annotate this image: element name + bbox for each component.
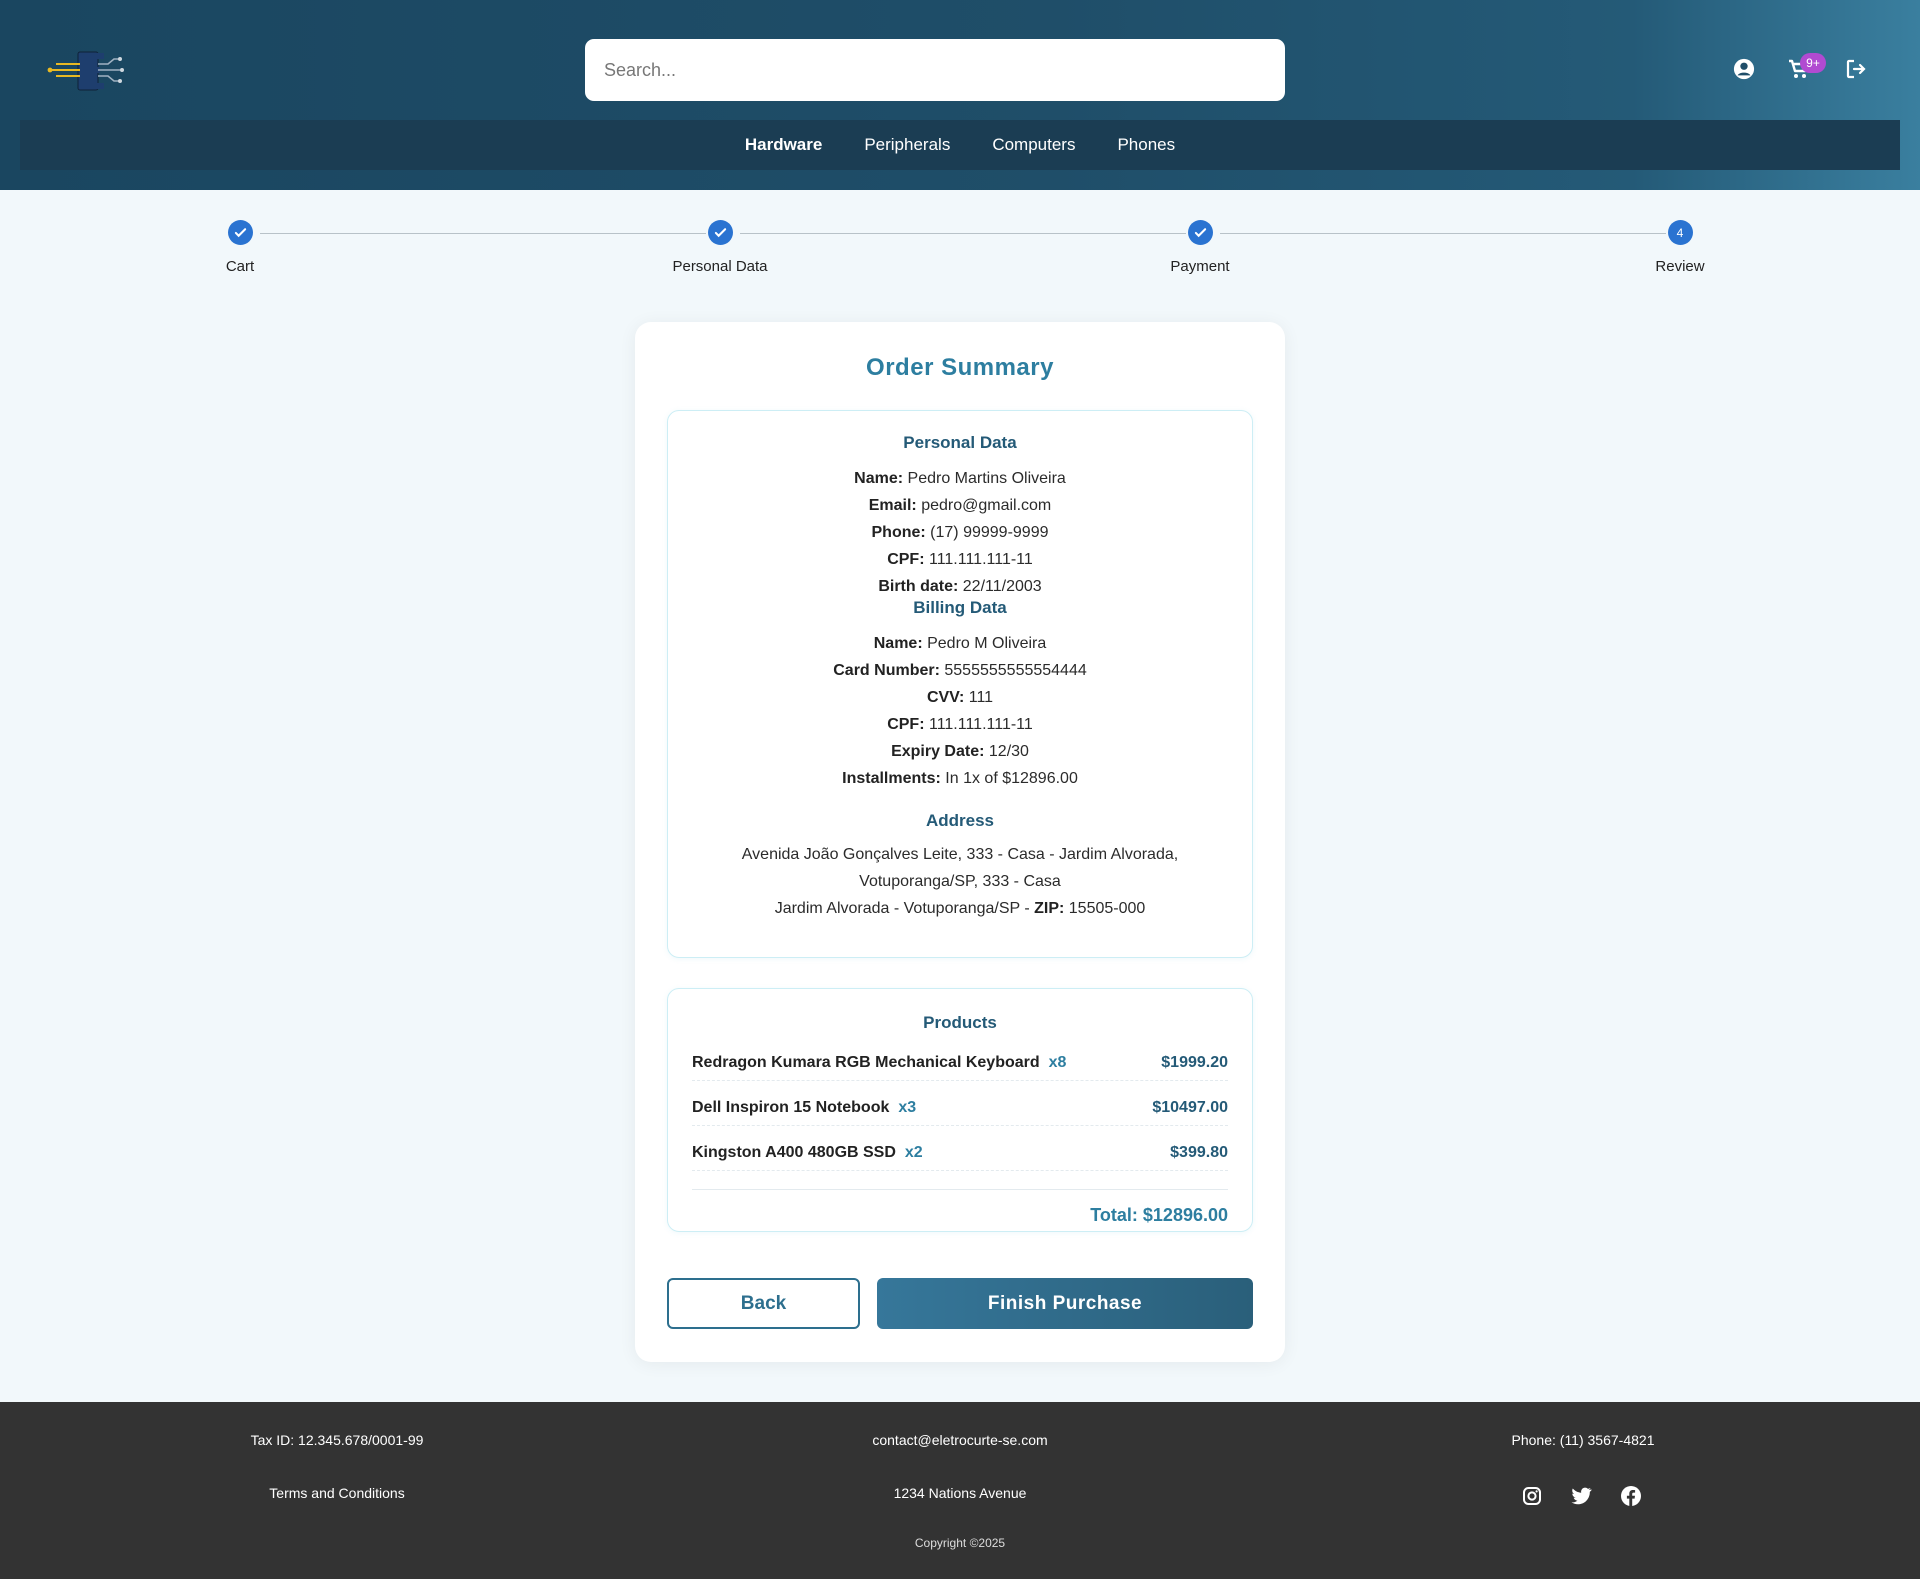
billing-cpf: CPF: 111.111.111-11 [887,716,1033,733]
personal-phone: Phone: (17) 99999-9999 [871,524,1049,541]
check-icon [227,220,253,245]
footer-address: 1234 Nations Avenue [893,1485,1027,1501]
site-footer: Tax ID: 12.345.678/0001-99 contact@eletr… [0,1402,1920,1579]
billing-card-number: Card Number: 5555555555554444 [833,662,1087,679]
order-total: Total: $12896.00 [1090,1205,1228,1225]
address-line-1: Avenida João Gonçalves Leite, 333 - Casa… [741,846,1179,863]
twitter-icon[interactable] [1569,1484,1593,1508]
page-title: Order Summary [866,354,1054,381]
step-review[interactable]: 4 Review [1600,220,1760,275]
check-icon [707,220,733,245]
back-button[interactable]: Back [667,1278,860,1329]
step-label: Review [1655,258,1705,275]
logout-icon[interactable] [1841,54,1871,84]
nav-item-phones[interactable]: Phones [1117,135,1175,155]
personal-name: Name: Pedro Martins Oliveira [854,470,1066,487]
step-payment[interactable]: Payment [1120,220,1280,275]
product-row: Kingston A400 480GB SSD x2 $399.80 [692,1135,1228,1171]
checkout-stepper: Cart Personal Data Payment 4 Review [0,220,1920,290]
category-nav: Hardware Peripherals Computers Phones [20,120,1900,170]
nav-item-computers[interactable]: Computers [992,135,1075,155]
step-cart[interactable]: Cart [160,220,320,275]
personal-email: Email: pedro@gmail.com [868,497,1052,514]
cart-count-badge: 9+ [1800,53,1826,73]
step-label: Cart [225,258,255,275]
product-price: $399.80 [1170,1143,1228,1161]
nav-item-hardware[interactable]: Hardware [745,135,822,155]
account-icon[interactable] [1729,54,1759,84]
personal-data-heading: Personal Data [903,433,1017,452]
address-heading: Address [925,811,995,830]
step-label: Personal Data [672,258,768,275]
billing-expiry-date: Expiry Date: 12/30 [891,743,1029,760]
copyright-text: Copyright ©2025 [914,1536,1006,1550]
store-logo[interactable] [46,48,128,94]
logo-graphic [47,51,124,91]
product-quantity: x8 [1048,1053,1067,1071]
products-heading: Products [923,1013,997,1032]
personal-cpf: CPF: 111.111.111-11 [887,551,1033,568]
nav-item-peripherals[interactable]: Peripherals [864,135,950,155]
total-divider [692,1189,1228,1190]
check-icon [1187,220,1213,245]
product-quantity: x3 [898,1098,917,1116]
facebook-icon[interactable] [1619,1484,1643,1508]
site-header: 9+ Hardware Peripherals Computers Phones [0,0,1920,190]
billing-installments: Installments: In 1x of $12896.00 [842,770,1078,787]
address-line-3: Jardim Alvorada - Votuporanga/SP - ZIP: … [774,900,1146,917]
product-price: $1999.20 [1161,1053,1228,1071]
personal-birth-date: Birth date: 22/11/2003 [878,578,1042,595]
product-row: Dell Inspiron 15 Notebook x3 $10497.00 [692,1090,1228,1126]
billing-data-heading: Billing Data [913,598,1007,617]
step-personal-data[interactable]: Personal Data [640,220,800,275]
product-name: Redragon Kumara RGB Mechanical Keyboard [692,1053,1040,1071]
finish-purchase-button[interactable]: Finish Purchase [877,1278,1253,1329]
instagram-icon[interactable] [1520,1484,1544,1508]
step-number: 4 [1667,220,1693,245]
order-summary-card: Order Summary Personal Data Name: Pedro … [635,322,1285,1362]
billing-cvv: CVV: 111 [926,689,994,706]
billing-name: Name: Pedro M Oliveira [873,635,1047,652]
products-panel: Products Redragon Kumara RGB Mechanical … [667,988,1253,1232]
step-label: Payment [1170,258,1230,275]
address-line-2: Votuporanga/SP, 333 - Casa [859,873,1061,890]
product-name: Kingston A400 480GB SSD [692,1143,896,1161]
terms-link[interactable]: Terms and Conditions [137,1485,537,1501]
product-price: $10497.00 [1152,1098,1228,1116]
product-name: Dell Inspiron 15 Notebook [692,1098,890,1116]
footer-phone: Phone: (11) 3567-4821 [1511,1432,1655,1448]
product-quantity: x2 [904,1143,923,1161]
search-input[interactable] [585,39,1285,101]
customer-info-panel: Personal Data Name: Pedro Martins Olivei… [667,410,1253,958]
footer-email[interactable]: contact@eletrocurte-se.com [760,1432,1160,1448]
footer-tax-id: Tax ID: 12.345.678/0001-99 [250,1432,424,1448]
product-row: Redragon Kumara RGB Mechanical Keyboard x… [692,1045,1228,1081]
